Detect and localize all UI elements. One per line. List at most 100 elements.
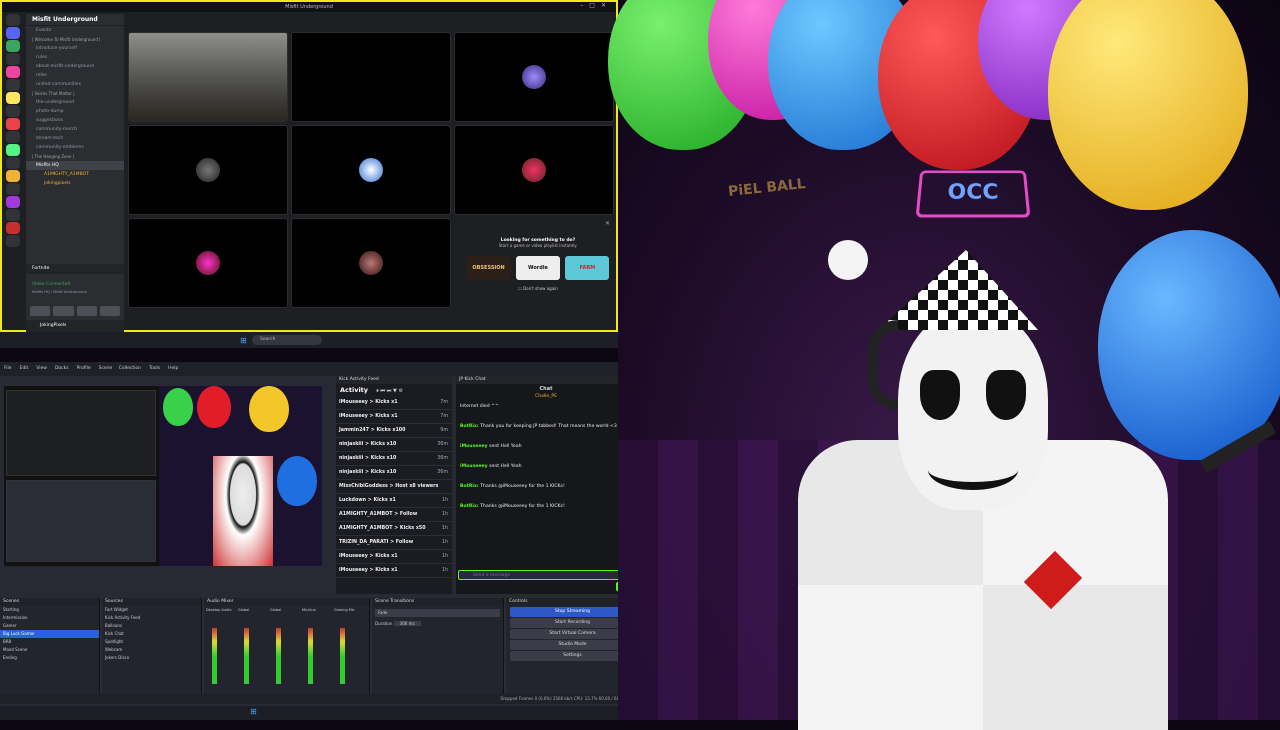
server-icon[interactable] bbox=[6, 209, 20, 221]
video-tile-streamer[interactable] bbox=[128, 32, 288, 122]
chat-message[interactable]: iMouseeey sent Hell Yeah bbox=[456, 442, 636, 452]
channel-category[interactable]: | Welcome To Misfit Underground | bbox=[26, 35, 124, 44]
feed-row[interactable]: iMouseeey > Kicks x1 7m bbox=[336, 396, 452, 410]
channel-item[interactable]: united-communities bbox=[26, 80, 124, 89]
video-tile[interactable] bbox=[291, 125, 451, 215]
server-icon[interactable] bbox=[6, 144, 20, 156]
chat-message[interactable]: BotRix: Thank you for keeping JP tabbed!… bbox=[456, 422, 636, 432]
soundboard-button[interactable] bbox=[99, 306, 120, 316]
channel-category[interactable]: | Voices That Matter | bbox=[26, 89, 124, 98]
menu-item[interactable]: Scene Collection bbox=[99, 366, 141, 371]
chat-username[interactable]: BotRix: bbox=[460, 484, 479, 489]
menu-item[interactable]: View bbox=[36, 366, 47, 371]
chat-message[interactable]: BotRix: Thanks @iMouseeey for the 1 KICK… bbox=[456, 482, 636, 492]
mixer-channel[interactable]: Desktop Audio bbox=[206, 608, 234, 688]
menu-item[interactable]: Edit bbox=[20, 366, 29, 371]
server-icon[interactable] bbox=[6, 183, 20, 195]
channel-item[interactable]: Events bbox=[26, 26, 124, 35]
chat-message[interactable]: Internet died ^^ bbox=[456, 402, 636, 412]
feed-row[interactable]: MissChibiGoddess > Host x8 viewers52m bbox=[336, 480, 452, 494]
control-button[interactable]: Start Recording bbox=[510, 618, 635, 628]
source-item[interactable]: Fart Widget bbox=[102, 606, 201, 614]
channel-item[interactable]: about-misfit-underground bbox=[26, 62, 124, 71]
channel-item[interactable]: photo-dump bbox=[26, 107, 124, 116]
feed-row[interactable]: ninjaskiii > Kicks x10 36m bbox=[336, 466, 452, 480]
voice-sub[interactable]: Misfits HQ / Misfit Underground bbox=[26, 290, 124, 298]
chat-username[interactable]: BotRix: bbox=[460, 424, 479, 429]
channel-item[interactable]: the-underground bbox=[26, 98, 124, 107]
channel-item[interactable]: stream-tech bbox=[26, 134, 124, 143]
video-tile[interactable] bbox=[291, 218, 451, 308]
mixer-channel[interactable]: Gaming Mic bbox=[334, 608, 362, 688]
feed-row[interactable]: iMouseeey > Kicks x1 7m bbox=[336, 410, 452, 424]
scene-item[interactable]: BRB bbox=[0, 638, 99, 646]
channel-item[interactable]: community-merch bbox=[26, 125, 124, 134]
server-icon[interactable] bbox=[6, 222, 20, 234]
feed-row[interactable]: A1MIGHTY_A1MBOT > Kicks x50 1h bbox=[336, 522, 452, 536]
control-button[interactable]: Start Virtual Camera bbox=[510, 629, 635, 639]
chat-input[interactable]: Send a message bbox=[458, 570, 632, 580]
control-button[interactable]: Studio Mode bbox=[510, 640, 635, 650]
channel-item[interactable]: community-emblems bbox=[26, 143, 124, 152]
menu-item[interactable]: File bbox=[4, 366, 12, 371]
game-tile[interactable]: Wordle bbox=[516, 256, 560, 280]
dont-show-again-checkbox[interactable]: ☐ Don't show again bbox=[460, 286, 616, 291]
chat-message[interactable]: BotRix: Thanks @iMouseeey for the 1 KICK… bbox=[456, 502, 636, 512]
server-icon[interactable] bbox=[6, 235, 20, 247]
server-icon[interactable] bbox=[6, 196, 20, 208]
chat-message[interactable]: iMouseeey sent Hell Yeah bbox=[456, 462, 636, 472]
game-tile[interactable]: FARM bbox=[565, 256, 610, 280]
server-icon[interactable] bbox=[6, 66, 20, 78]
server-icon[interactable] bbox=[6, 40, 20, 52]
source-item[interactable]: Balloons bbox=[102, 622, 201, 630]
source-item[interactable]: Spotlight bbox=[102, 638, 201, 646]
scene-item[interactable]: Gamer bbox=[0, 622, 99, 630]
scene-item[interactable]: Starting bbox=[0, 606, 99, 614]
video-tile[interactable] bbox=[128, 218, 288, 308]
video-tile[interactable] bbox=[128, 125, 288, 215]
menu-item[interactable]: Help bbox=[168, 366, 178, 371]
source-item[interactable]: Kick Chat bbox=[102, 630, 201, 638]
chat-username[interactable]: iMouseeey bbox=[460, 444, 488, 449]
scene-item[interactable]: Mood Scene bbox=[0, 646, 99, 654]
feed-row[interactable]: iMouseeey > Kicks x1 1h bbox=[336, 564, 452, 578]
transition-select[interactable]: Fade bbox=[375, 609, 500, 617]
server-icon[interactable] bbox=[6, 131, 20, 143]
taskbar-search[interactable]: Search bbox=[252, 335, 322, 345]
feed-row[interactable]: ninjaskiii > Kicks x10 36m bbox=[336, 438, 452, 452]
server-icon[interactable] bbox=[6, 118, 20, 130]
server-icon[interactable] bbox=[6, 27, 20, 39]
server-icon[interactable] bbox=[6, 14, 20, 26]
voice-user[interactable]: jokingpixels bbox=[26, 179, 124, 188]
server-icon[interactable] bbox=[6, 105, 20, 117]
close-icon[interactable]: ✕ bbox=[605, 220, 610, 227]
scene-item[interactable]: Big Luck Gamer bbox=[0, 630, 99, 638]
menu-item[interactable]: Docks bbox=[55, 366, 69, 371]
feed-row[interactable]: Jammin247 > Kicks x100 9m bbox=[336, 424, 452, 438]
channel-category[interactable]: | The Hanging Zone | bbox=[26, 152, 124, 161]
source-item[interactable]: Kick Activity Feed bbox=[102, 614, 201, 622]
game-tile[interactable]: OBSESSION bbox=[466, 256, 511, 280]
mixer-channel[interactable]: Global bbox=[238, 608, 266, 688]
source-item[interactable]: Webcam bbox=[102, 646, 201, 654]
server-icon[interactable] bbox=[6, 92, 20, 104]
game-activity[interactable]: Fortnite bbox=[26, 264, 124, 274]
control-button[interactable]: Stop Streaming bbox=[510, 607, 635, 617]
window-controls[interactable]: –□✕ bbox=[580, 2, 612, 9]
channel-item[interactable]: rules bbox=[26, 53, 124, 62]
source-item[interactable]: Jokers Disco bbox=[102, 654, 201, 662]
feed-controls-icon[interactable]: ⏸ ⏮ ⏭ ▼ ⚙ bbox=[376, 388, 403, 394]
mixer-channel[interactable]: Mic/Aux bbox=[302, 608, 330, 688]
control-button[interactable]: Settings bbox=[510, 651, 635, 661]
windows-start-icon[interactable]: ⊞ bbox=[250, 707, 257, 716]
feed-row[interactable]: A1MIGHTY_A1MBOT > Follow 1h bbox=[336, 508, 452, 522]
server-icon[interactable] bbox=[6, 79, 20, 91]
user-panel[interactable]: JokingPixels bbox=[26, 320, 124, 332]
feed-row[interactable]: TRIZIN_DA_PARATI > Follow 1h bbox=[336, 536, 452, 550]
video-tile[interactable] bbox=[454, 125, 614, 215]
video-tile[interactable] bbox=[291, 32, 451, 122]
mixer-channel[interactable]: Global bbox=[270, 608, 298, 688]
preview-canvas[interactable] bbox=[4, 386, 322, 566]
windows-start-icon[interactable]: ⊞ bbox=[240, 336, 247, 345]
feed-row[interactable]: Luckdown > Kicks x1 1h bbox=[336, 494, 452, 508]
